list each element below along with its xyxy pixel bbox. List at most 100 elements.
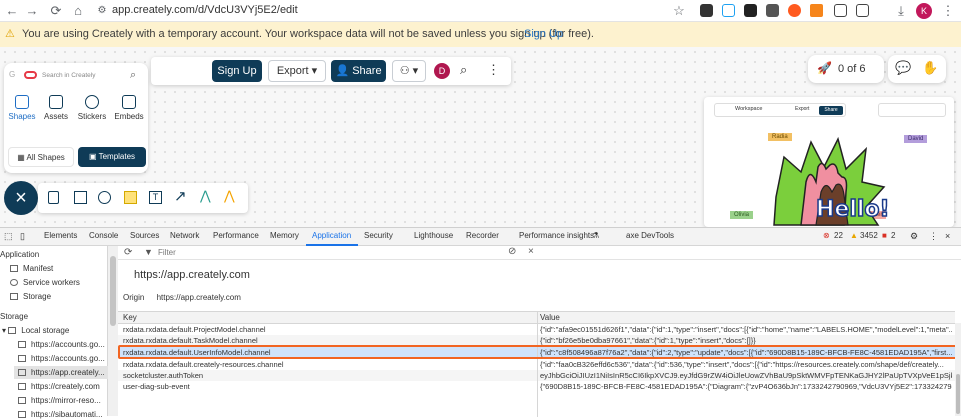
warning-count[interactable]: 3452 <box>860 231 878 240</box>
error-count[interactable]: 22 <box>834 231 843 240</box>
row-value: {"id":"faa0cB326effd6c536","data":{"id":… <box>540 360 944 369</box>
tab-console[interactable]: Console <box>89 231 118 240</box>
browser-toolbar: ← → ⟳ ⌂ ⚙ app.creately.com/d/VdcU3VYj5E2… <box>0 0 961 22</box>
device-toolbar-icon[interactable]: ▯ <box>20 231 25 242</box>
reload-icon[interactable]: ⟳ <box>48 3 64 19</box>
clear-all-icon[interactable]: ⊘ <box>508 246 516 257</box>
gears-icon <box>10 279 18 286</box>
sidebar-scroll-thumb[interactable] <box>110 256 116 326</box>
rectangle-tool-icon[interactable] <box>74 191 87 204</box>
refresh-icon[interactable]: ⟳ <box>124 247 132 258</box>
templates-button[interactable]: ▣ Templates <box>78 147 146 167</box>
column-divider[interactable] <box>537 312 538 417</box>
user-avatar[interactable]: D <box>434 63 450 79</box>
connector-arrow-icon[interactable]: ↗ <box>174 187 187 205</box>
tab-axe-devtools[interactable]: axe DevTools <box>626 231 674 240</box>
download-icon[interactable]: ⤓ <box>893 3 909 19</box>
extension-icon[interactable] <box>744 4 757 17</box>
profile-avatar[interactable]: K <box>916 3 932 19</box>
table-grid-icon <box>18 369 26 376</box>
close-tools-button[interactable]: × <box>4 181 38 215</box>
vimeo-extension-icon[interactable] <box>722 4 735 17</box>
bookmark-star-icon[interactable]: ☆ <box>671 3 687 19</box>
slides-counter[interactable]: 🚀 0 of 6 <box>808 55 884 83</box>
sidebar-origin-item[interactable]: https://mirror-reso... <box>18 396 101 405</box>
sidebar-origin-item[interactable]: https://accounts.go... <box>18 340 105 349</box>
ellipse-tool-icon[interactable] <box>98 191 111 204</box>
sidebar-item-manifest[interactable]: Manifest <box>10 264 53 273</box>
all-shapes-button[interactable]: ▦ All Shapes <box>8 147 74 167</box>
tab-performance-insights[interactable]: Performance insights <box>519 231 594 240</box>
home-icon[interactable]: ⌂ <box>70 3 86 19</box>
slides-count: 0 of 6 <box>838 63 866 75</box>
extension-icon[interactable] <box>766 4 779 17</box>
forward-arrow-icon[interactable]: → <box>24 3 40 19</box>
sidebar-origin-item[interactable]: https://accounts.go... <box>18 354 105 363</box>
settings-gear-icon[interactable]: ⚙ <box>910 231 918 242</box>
issues-count[interactable]: 2 <box>891 231 895 240</box>
table-scroll-thumb[interactable] <box>956 374 960 414</box>
tool-embeds[interactable]: Embeds <box>114 95 144 121</box>
tab-sources[interactable]: Sources <box>130 231 159 240</box>
tab-memory[interactable]: Memory <box>270 231 299 240</box>
site-settings-icon[interactable]: ⚙ <box>94 3 110 19</box>
origin-label: https://mirror-reso... <box>31 396 101 405</box>
sidebar-origin-item-selected[interactable]: https://app.creately... <box>14 366 108 379</box>
text-tool-icon[interactable]: T <box>149 191 162 204</box>
local-storage-label: Local storage <box>21 326 70 335</box>
tool-stickers[interactable]: Stickers <box>76 95 108 121</box>
highlighter-tool-icon[interactable]: ⋀ <box>224 188 235 204</box>
hand-raise-icon[interactable]: ✋ <box>922 60 938 76</box>
column-header-key[interactable]: Key <box>118 312 537 324</box>
sidebar-item-local-storage[interactable]: ▾ Local storage <box>2 326 69 335</box>
tab-elements[interactable]: Elements <box>44 231 77 240</box>
column-header-value[interactable]: Value <box>538 312 955 324</box>
template-preview[interactable]: Workspace Export Share Radia David Olivi… <box>704 97 954 227</box>
tab-performance[interactable]: Performance <box>213 231 259 240</box>
tab-recorder[interactable]: Recorder <box>466 231 499 240</box>
library-search[interactable]: G Search in Creately ⌕ <box>6 67 144 87</box>
tool-assets[interactable]: Assets <box>42 95 70 121</box>
metamask-icon[interactable] <box>810 4 823 17</box>
tab-security[interactable]: Security <box>364 231 393 240</box>
filter-input[interactable]: Filter <box>158 248 176 257</box>
sidebar-item-service-workers[interactable]: Service workers <box>10 278 80 287</box>
banner-signup-link[interactable]: Sign Up <box>524 28 563 40</box>
sidebar-origin-item[interactable]: https://creately.com <box>18 382 100 391</box>
extensions-puzzle-icon[interactable] <box>856 4 869 17</box>
more-options-icon[interactable]: ⋮ <box>487 62 500 78</box>
share-button[interactable]: 👤 Share <box>331 60 386 82</box>
table-grid-icon <box>18 341 26 348</box>
export-button[interactable]: Export ▾ <box>268 60 326 82</box>
tool-shapes[interactable]: Shapes <box>8 95 36 121</box>
table-grid-icon <box>8 327 17 334</box>
tab-application[interactable]: Application <box>312 231 351 240</box>
sign-up-button[interactable]: Sign Up <box>212 60 262 82</box>
extension-icon[interactable] <box>834 4 847 17</box>
comment-icon[interactable]: 💬 <box>895 60 911 76</box>
all-shapes-label: All Shapes <box>26 153 65 162</box>
extension-icon[interactable] <box>788 4 801 17</box>
pen-tool-icon[interactable]: ⋀ <box>200 188 211 204</box>
address-bar[interactable]: app.creately.com/d/VdcU3VYj5E2/edit <box>112 4 298 16</box>
issues-icon: ■ <box>882 231 887 240</box>
storage-main-pane: ⟳ ▼ Filter ⊘ × https://app.creately.com … <box>118 246 961 417</box>
menu-kebab-icon[interactable]: ⋮ <box>940 3 956 19</box>
delete-selected-icon[interactable]: × <box>528 246 534 257</box>
preview-hello-text: Hello! <box>815 196 890 223</box>
diagram-canvas[interactable]: Sign Up Export ▾ 👤 Share ⚇ ▾ D ⌕ ⋮ 🚀 0 o… <box>0 47 961 227</box>
search-icon[interactable]: ⌕ <box>460 62 467 78</box>
inspect-element-icon[interactable]: ⬚ <box>4 231 13 242</box>
devtools-menu-icon[interactable]: ⋮ <box>929 231 938 242</box>
devtools-tabbar: ⬚ ▯ Elements Console Sources Network Per… <box>0 228 961 246</box>
tab-lighthouse[interactable]: Lighthouse <box>414 231 453 240</box>
close-devtools-icon[interactable]: × <box>945 231 950 241</box>
extension-icon[interactable] <box>700 4 713 17</box>
sidebar-item-storage[interactable]: Storage <box>10 292 51 301</box>
row-key: rxdata.rxdata.default.creately-resources… <box>123 360 284 369</box>
tab-network[interactable]: Network <box>170 231 199 240</box>
sticky-note-icon[interactable] <box>124 191 137 204</box>
frame-tool-icon[interactable] <box>48 191 59 204</box>
back-arrow-icon[interactable]: ← <box>4 3 20 19</box>
collaborators-dropdown[interactable]: ⚇ ▾ <box>392 60 426 82</box>
